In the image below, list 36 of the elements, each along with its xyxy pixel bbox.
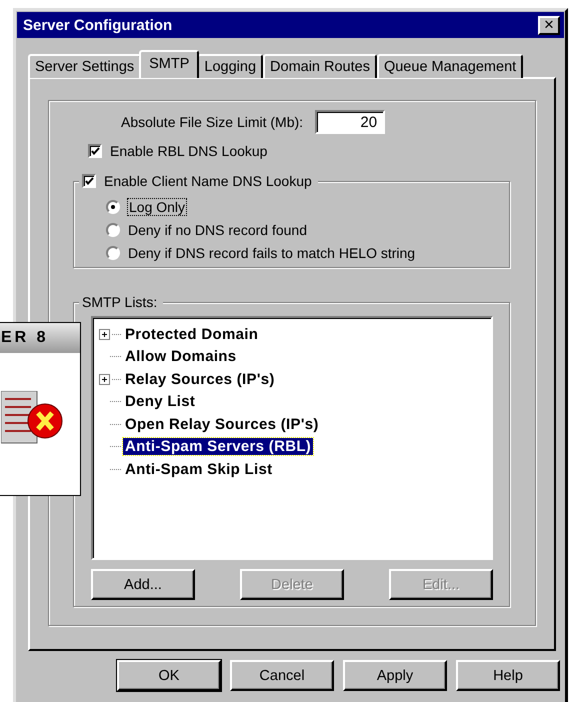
- radio-button[interactable]: [106, 222, 120, 236]
- dialog-button[interactable]: Apply: [343, 660, 447, 691]
- tree-item[interactable]: Deny List: [123, 393, 198, 410]
- close-button[interactable]: ×: [538, 16, 560, 34]
- list-button[interactable]: Add...: [91, 569, 195, 600]
- window-title: Server Configuration: [23, 16, 172, 34]
- radio-button[interactable]: [106, 246, 120, 260]
- tree-item[interactable]: Protected Domain: [123, 326, 260, 343]
- tree-item[interactable]: Anti-Spam Skip List: [123, 460, 274, 478]
- checkbox-label: Enable RBL DNS Lookup: [110, 142, 268, 158]
- tree-item[interactable]: Anti-Spam Servers (RBL): [123, 438, 314, 456]
- tab[interactable]: SMTP: [139, 50, 200, 78]
- tree-item[interactable]: Relay Sources (IP's): [123, 370, 277, 388]
- expand-icon[interactable]: [99, 328, 110, 340]
- radio-label: Deny if DNS record fails to match HELO string: [128, 244, 416, 260]
- radio-label: Deny if no DNS record found: [128, 222, 307, 238]
- tree-item[interactable]: Open Relay Sources (IP's): [123, 416, 321, 433]
- dialog-button[interactable]: Cancel: [230, 660, 334, 691]
- radio-label: Log Only: [128, 198, 186, 214]
- radio-button[interactable]: [106, 200, 120, 214]
- checkbox[interactable]: [88, 144, 102, 158]
- checkbox-label: Enable Client Name DNS Lookup: [104, 173, 312, 189]
- tree-item[interactable]: Allow Domains: [123, 348, 238, 366]
- tree-list[interactable]: Protected Domain Allow Domains Relay Sources (IP's) Deny List Open Relay Sources (IP's) Anti-Spam Servers (RBL) Anti-Spam Skip List: [91, 316, 493, 560]
- dialog-button[interactable]: OK: [117, 660, 221, 691]
- tab[interactable]: Server Settings: [28, 54, 142, 78]
- tab[interactable]: Queue Management: [376, 54, 524, 78]
- expand-icon[interactable]: [99, 374, 110, 385]
- window-title: ER 8: [0, 323, 80, 353]
- group-label: SMTP Lists:: [82, 294, 158, 310]
- tab[interactable]: Logging: [197, 54, 264, 78]
- tab[interactable]: Domain Routes: [263, 54, 377, 78]
- dialog-button[interactable]: Help: [456, 660, 560, 691]
- file-size-field[interactable]: 20: [315, 110, 386, 134]
- file-size-label: Absolute File Size Limit (Mb):: [121, 114, 304, 130]
- checkbox[interactable]: [82, 174, 96, 188]
